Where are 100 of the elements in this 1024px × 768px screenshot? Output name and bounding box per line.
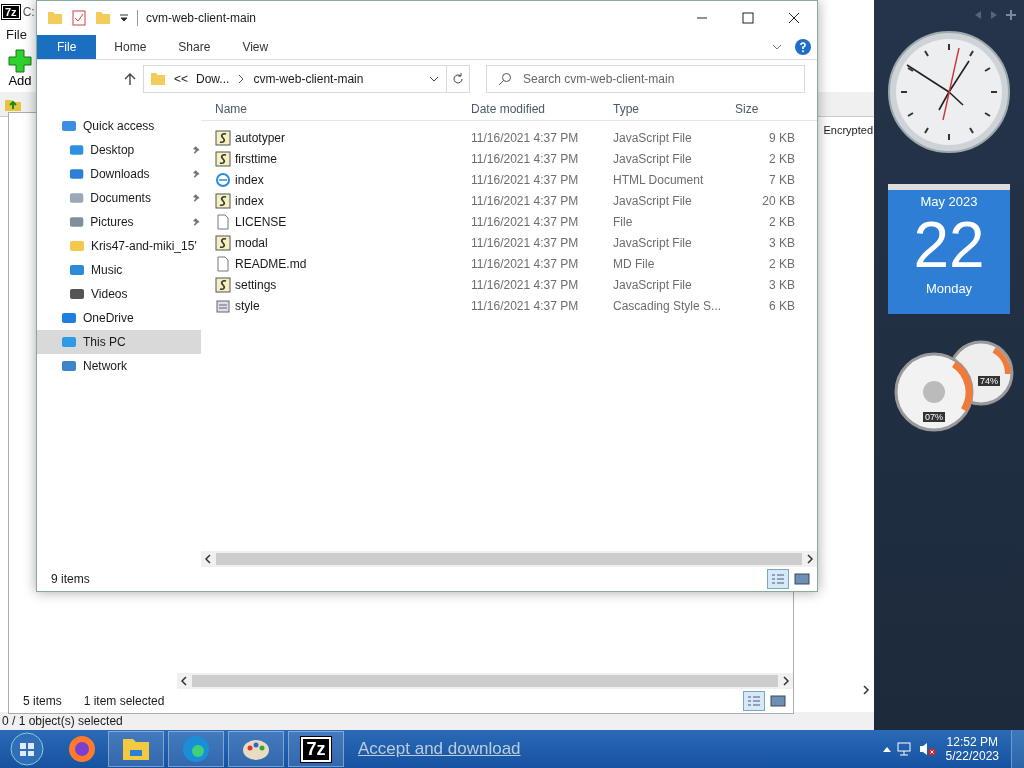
scroll-left-icon[interactable] xyxy=(180,676,188,686)
file-name[interactable]: README.md xyxy=(235,256,307,271)
column-header[interactable]: Name xyxy=(201,102,465,116)
memory-reading: 74% xyxy=(978,376,1000,386)
previous-icon[interactable] xyxy=(974,10,982,20)
date-cell-text: 11/16/2021 4:37 PM xyxy=(470,235,580,250)
column-header[interactable]: Size xyxy=(729,102,801,116)
nav-item[interactable]: Network xyxy=(37,354,201,378)
up-arrow-icon[interactable] xyxy=(123,72,137,86)
column-header[interactable]: Date modified xyxy=(465,102,607,116)
nav-item[interactable]: OneDrive xyxy=(37,306,201,330)
nav-item[interactable]: Videos xyxy=(37,282,201,306)
large-icons-view-icon[interactable] xyxy=(793,572,811,586)
type-cell-text: MD File xyxy=(612,256,656,271)
network-icon[interactable] xyxy=(895,741,914,757)
search-field[interactable]: Search cvm-web-client-main xyxy=(486,65,805,93)
pin-icon[interactable] xyxy=(191,217,201,227)
show-hidden-icons-icon[interactable] xyxy=(881,745,892,753)
taskbar-app-button[interactable] xyxy=(228,731,284,767)
type-cell-text: JavaScript File xyxy=(612,130,693,145)
scroll-right-icon[interactable] xyxy=(782,676,790,686)
size-cell-text: 7 KB xyxy=(768,172,796,187)
nav-item[interactable]: Pictures xyxy=(37,210,201,234)
download-link[interactable]: Accept and download xyxy=(358,739,521,759)
pin-icon[interactable] xyxy=(191,169,201,179)
file-name[interactable]: settings xyxy=(235,277,277,292)
nav-item[interactable]: Music xyxy=(37,258,201,282)
type-cell-text: Cascading Style S... xyxy=(612,298,723,313)
status-text: 9 items xyxy=(51,572,90,586)
dropdown-icon[interactable] xyxy=(119,13,129,23)
nav-item[interactable]: Documents xyxy=(37,186,201,210)
ribbon-tab[interactable]: Home xyxy=(100,35,161,59)
taskbar-app-button[interactable] xyxy=(168,731,224,767)
nav-icon xyxy=(69,238,85,254)
nav-icon xyxy=(69,190,85,206)
ribbon-tab[interactable]: File xyxy=(37,35,97,59)
date-cell-text: 11/16/2021 4:37 PM xyxy=(470,214,580,229)
menu-item[interactable]: File xyxy=(6,26,27,42)
calendar-weekday: Monday xyxy=(925,281,973,296)
file-name[interactable]: autotyper xyxy=(235,130,286,145)
nav-item[interactable]: Downloads xyxy=(37,162,201,186)
help-icon[interactable] xyxy=(795,39,811,55)
start-button[interactable] xyxy=(10,732,44,766)
large-icons-view-icon[interactable] xyxy=(769,694,787,708)
nav-item[interactable]: This PC xyxy=(37,330,201,354)
window-title: cvm-web-client-main xyxy=(146,11,257,25)
address-bar[interactable]: << Dow... cvm-web-client-main xyxy=(143,65,447,93)
nav-item[interactable]: Quick access xyxy=(37,114,201,138)
clock-date[interactable]: 5/22/2023 xyxy=(945,749,999,763)
date-cell-text: 11/16/2021 4:37 PM xyxy=(470,151,580,166)
nav-icon xyxy=(61,118,77,134)
folder-icon xyxy=(150,72,166,86)
status-text: 0 / 1 object(s) selected xyxy=(0,712,874,730)
nav-item[interactable]: Desktop xyxy=(37,138,201,162)
archive-app-button[interactable]: 7z xyxy=(288,731,344,767)
refresh-button[interactable] xyxy=(446,65,470,93)
nav-icon xyxy=(69,262,85,278)
taskbar-app-button[interactable] xyxy=(108,731,164,767)
size-cell-text: 2 KB xyxy=(768,214,796,229)
add-gadget-icon[interactable] xyxy=(1006,10,1016,20)
add-button[interactable]: Add xyxy=(0,48,40,88)
column-header[interactable]: Encrypted xyxy=(823,124,873,136)
pin-icon[interactable] xyxy=(191,193,201,203)
muted-speaker-icon[interactable] xyxy=(917,741,936,757)
clock-time[interactable]: 12:52 PM xyxy=(946,735,998,749)
properties-icon[interactable] xyxy=(71,10,87,26)
file-icon xyxy=(215,297,231,314)
breadcrumb[interactable]: cvm-web-client-main xyxy=(253,72,364,86)
dropdown-icon[interactable] xyxy=(428,74,440,84)
type-cell-text: JavaScript File xyxy=(612,151,693,166)
size-cell-text: 20 KB xyxy=(761,193,796,208)
scroll-left-icon[interactable] xyxy=(204,554,212,564)
horizontal-scrollbar[interactable] xyxy=(201,551,817,567)
file-name[interactable]: firsttime xyxy=(235,151,277,166)
file-name[interactable]: index xyxy=(235,172,264,187)
column-header[interactable]: Type xyxy=(607,102,729,116)
file-name[interactable]: index xyxy=(235,193,264,208)
window-title: C: xyxy=(22,5,35,19)
breadcrumb-overflow[interactable]: << xyxy=(174,72,188,86)
file-icon xyxy=(215,150,231,167)
size-cell-text: 9 KB xyxy=(768,130,796,145)
cpu-reading: 07% xyxy=(923,412,945,422)
status-text: 5 items xyxy=(23,694,62,708)
file-name[interactable]: modal xyxy=(235,235,268,250)
pin-icon[interactable] xyxy=(191,145,201,155)
scroll-right-icon[interactable] xyxy=(806,554,814,564)
chevron-right-icon[interactable] xyxy=(237,74,246,84)
size-cell-text: 2 KB xyxy=(768,256,796,271)
horizontal-scrollbar[interactable] xyxy=(177,673,793,689)
file-icon xyxy=(215,255,231,272)
ribbon-tab[interactable]: View xyxy=(228,35,283,59)
expand-ribbon-icon[interactable] xyxy=(771,42,783,52)
breadcrumb[interactable]: Dow... xyxy=(196,72,230,86)
ribbon-tab[interactable]: Share xyxy=(164,35,225,59)
next-icon[interactable] xyxy=(990,10,998,20)
nav-item[interactable]: Kris47-and-miki_15' xyxy=(37,234,201,258)
file-name[interactable]: LICENSE xyxy=(235,214,287,229)
size-cell-text: 3 KB xyxy=(768,235,796,250)
type-cell-text: HTML Document xyxy=(612,172,705,187)
file-name[interactable]: style xyxy=(235,298,260,313)
